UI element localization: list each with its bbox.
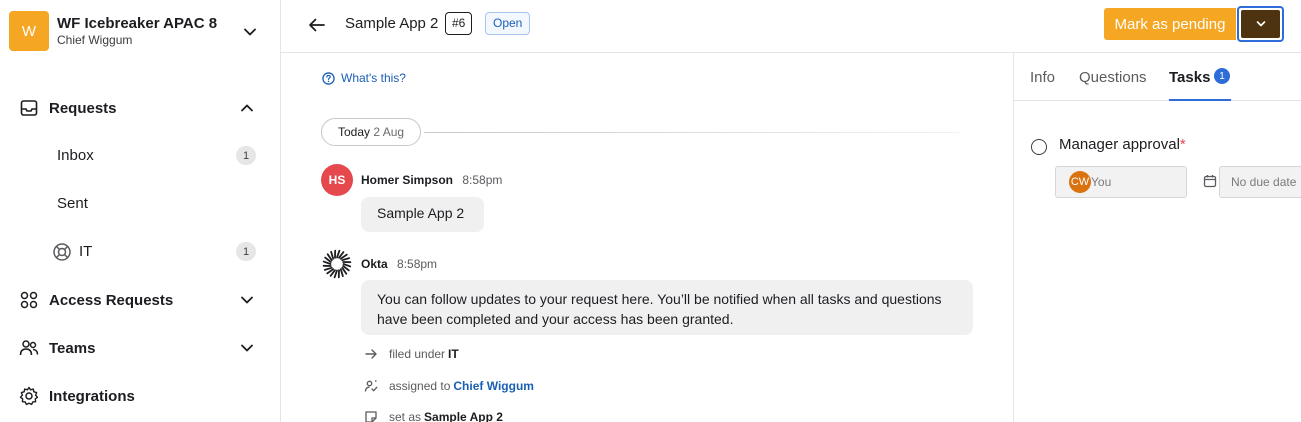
chevron-down-icon <box>1256 21 1265 27</box>
message-author: Homer Simpson <box>361 173 454 187</box>
date-separator: Today 2 Aug <box>321 118 422 146</box>
sidebar: W WF Icebreaker APAC 8 Chief Wiggum Requ… <box>0 0 281 422</box>
count-badge: 1 <box>236 242 256 261</box>
lifebuoy-icon <box>53 243 71 261</box>
event-prefix: assigned to <box>389 379 451 393</box>
assignee-label: You <box>1091 175 1112 189</box>
event-value: IT <box>448 347 459 361</box>
task-complete-radio[interactable] <box>1031 139 1047 155</box>
apps-grid-icon <box>20 291 38 309</box>
date-value: 2 Aug <box>373 125 405 139</box>
task-assignee-field[interactable]: CW You <box>1055 166 1187 198</box>
event-prefix: filed under <box>389 347 446 361</box>
chevron-down-icon <box>244 28 256 36</box>
sidebar-item-inbox[interactable]: Inbox 1 <box>0 140 281 172</box>
avatar: CW <box>1069 171 1091 193</box>
event-prefix: set as <box>389 410 422 422</box>
message-header: Homer Simpson 8:58pm <box>361 173 502 187</box>
sidebar-item-access-requests[interactable]: Access Requests <box>0 284 281 316</box>
status-badge: Open <box>485 12 531 35</box>
gear-icon <box>19 386 39 406</box>
arrow-right-icon <box>365 349 377 359</box>
message-header: Okta 8:58pm <box>361 257 437 271</box>
assignee-link[interactable]: Chief Wiggum <box>453 379 534 393</box>
sidebar-item-label: Teams <box>49 339 96 357</box>
workspace-switcher[interactable]: W WF Icebreaker APAC 8 Chief Wiggum <box>9 9 271 53</box>
request-header: Sample App 2 #6 Open Mark as pending <box>281 0 1301 53</box>
mark-as-pending-button[interactable]: Mark as pending <box>1104 8 1236 40</box>
message-bubble: You can follow updates to your request h… <box>361 280 973 335</box>
sidebar-item-sent[interactable]: Sent <box>0 188 281 220</box>
avatar: HS <box>321 164 353 196</box>
sidebar-item-it[interactable]: IT 1 <box>0 236 281 268</box>
inbox-icon <box>20 100 38 116</box>
sidebar-item-label: Sent <box>57 195 88 212</box>
request-title: Sample App 2 <box>345 15 439 32</box>
request-timeline: What's this? Today 2 Aug HS Homer Simpso… <box>281 53 1014 422</box>
chevron-down-icon <box>241 296 253 304</box>
whats-this-label: What's this? <box>341 71 406 85</box>
back-arrow-icon[interactable] <box>307 15 327 35</box>
help-circle-icon <box>322 71 335 85</box>
request-number-badge: #6 <box>445 12 473 35</box>
required-mark: * <box>1179 136 1186 153</box>
sidebar-item-teams[interactable]: Teams <box>0 332 281 364</box>
calendar-icon <box>1203 175 1217 188</box>
date-divider-line <box>424 132 960 133</box>
sidebar-item-label: Integrations <box>49 387 135 405</box>
details-panel: Info Questions Tasks 1 Manager approval*… <box>1013 53 1301 422</box>
sidebar-item-label: Access Requests <box>49 291 174 309</box>
message-time: 8:58pm <box>462 173 503 187</box>
event-filed-under: filed under IT <box>364 345 459 363</box>
tab-tasks[interactable]: Tasks <box>1169 69 1210 86</box>
event-set-as: set as Sample App 2 <box>364 408 503 422</box>
okta-logo-icon <box>322 249 352 279</box>
sidebar-item-integrations[interactable]: Integrations <box>0 380 281 412</box>
sidebar-item-label: Inbox <box>57 147 94 164</box>
chevron-up-icon <box>241 104 253 112</box>
note-icon <box>365 411 377 422</box>
workspace-avatar: W <box>9 11 49 51</box>
people-icon <box>19 340 39 356</box>
message-bubble: Sample App 2 <box>361 197 484 232</box>
task-title-text: Manager approval <box>1059 136 1180 153</box>
user-assign-icon <box>364 380 378 392</box>
sidebar-item-label: IT <box>79 243 93 260</box>
date-today-label: Today <box>338 125 371 139</box>
workspace-user: Chief Wiggum <box>57 32 133 47</box>
more-actions-dropdown-button[interactable] <box>1237 6 1284 42</box>
tasks-count-badge: 1 <box>1214 68 1230 84</box>
tab-questions[interactable]: Questions <box>1079 69 1147 86</box>
sidebar-item-requests[interactable]: Requests <box>0 92 281 124</box>
event-value: Sample App 2 <box>424 410 503 422</box>
panel-tabs: Info Questions Tasks 1 <box>1014 53 1301 101</box>
task-title: Manager approval* <box>1059 136 1186 153</box>
chevron-down-icon <box>241 344 253 352</box>
message-time: 8:58pm <box>397 257 438 271</box>
whats-this-link[interactable]: What's this? <box>322 71 406 85</box>
event-assigned-to: assigned to Chief Wiggum <box>364 377 534 395</box>
tab-info[interactable]: Info <box>1030 69 1055 86</box>
sidebar-item-label: Requests <box>49 99 117 117</box>
message-author: Okta <box>361 257 388 271</box>
due-date-field[interactable]: No due date <box>1219 166 1301 198</box>
count-badge: 1 <box>236 146 256 165</box>
workspace-name: WF Icebreaker APAC 8 <box>57 14 218 32</box>
active-tab-indicator <box>1169 99 1231 101</box>
